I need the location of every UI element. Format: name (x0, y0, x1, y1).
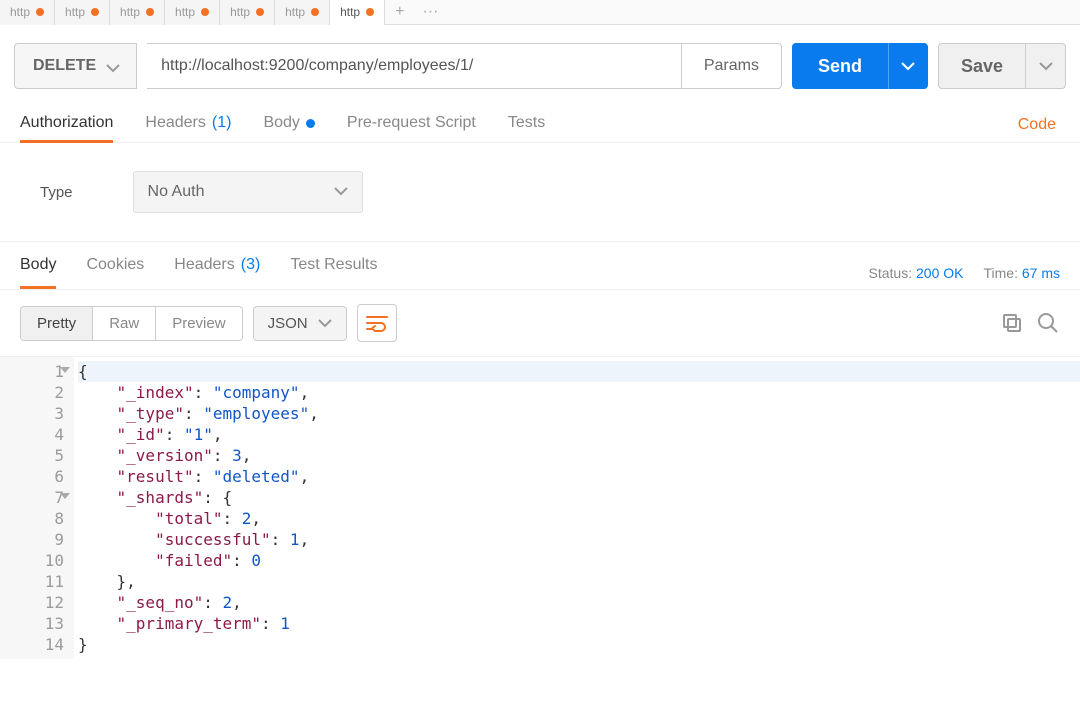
time-value: 67 ms (1022, 265, 1060, 281)
modified-dot-icon (36, 8, 44, 16)
modified-dot-icon (256, 8, 264, 16)
chevron-down-icon (318, 315, 332, 332)
auth-type-select[interactable]: No Auth (133, 171, 363, 213)
tab-label: http (230, 5, 250, 19)
tab-item[interactable]: http (0, 0, 55, 25)
modified-dot-icon (91, 8, 99, 16)
url-input[interactable] (147, 43, 681, 89)
chevron-down-icon (334, 183, 348, 201)
copy-icon (1000, 311, 1024, 335)
response-body: 1234567891011121314 { "_index": "company… (0, 356, 1080, 659)
tab-label: http (65, 5, 85, 19)
tab-item[interactable]: http (110, 0, 165, 25)
tab-body-label: Body (263, 114, 299, 132)
tab-label: http (340, 5, 360, 19)
response-tabs: Body Cookies Headers (3) Test Results (20, 256, 377, 289)
modified-dot-icon (201, 8, 209, 16)
tab-authorization[interactable]: Authorization (20, 107, 113, 143)
tab-strip: http http http http http http http +··· (0, 0, 1080, 25)
tab-pre-request[interactable]: Pre-request Script (347, 107, 476, 143)
search-button[interactable] (1036, 311, 1060, 335)
tab-label: http (285, 5, 305, 19)
request-bar: DELETE Params Send Save (0, 25, 1080, 107)
resp-tab-test-results[interactable]: Test Results (290, 256, 377, 289)
more-tabs-button[interactable]: ··· (414, 3, 446, 21)
request-tabs: Authorization Headers (1) Body Pre-reque… (0, 107, 1080, 143)
view-raw-button[interactable]: Raw (92, 307, 155, 340)
fold-icon[interactable] (60, 493, 70, 499)
tab-headers[interactable]: Headers (1) (145, 107, 231, 143)
send-button[interactable]: Send (792, 43, 888, 89)
resp-tab-headers-label: Headers (174, 256, 234, 274)
modified-dot-icon (366, 8, 374, 16)
http-method-label: DELETE (33, 57, 96, 75)
code-link[interactable]: Code (1018, 116, 1060, 134)
time-label: Time: (984, 265, 1018, 281)
resp-tab-test-results-label: Test Results (290, 256, 377, 274)
wrap-lines-button[interactable] (357, 304, 397, 342)
resp-headers-count: (3) (241, 256, 261, 274)
fold-icon[interactable] (60, 367, 70, 373)
save-dropdown[interactable] (1026, 43, 1066, 89)
resp-tab-body-label: Body (20, 256, 56, 274)
auth-type-label: Type (40, 184, 73, 201)
copy-button[interactable] (1000, 311, 1024, 335)
tab-item[interactable]: http (330, 0, 385, 25)
status-value: 200 OK (916, 265, 963, 281)
auth-type-value: No Auth (148, 183, 205, 201)
resp-tab-cookies-label: Cookies (86, 256, 144, 274)
wrap-icon (366, 314, 388, 332)
dot-icon (306, 119, 315, 128)
view-preview-button[interactable]: Preview (155, 307, 241, 340)
resp-tab-body[interactable]: Body (20, 256, 56, 289)
url-wrap: Params (147, 43, 782, 89)
resp-tab-cookies[interactable]: Cookies (86, 256, 144, 289)
send-dropdown[interactable] (888, 43, 928, 89)
viewer-controls: Pretty Raw Preview JSON (0, 290, 1080, 356)
tab-tests-label: Tests (508, 114, 545, 132)
chevron-down-icon (106, 60, 118, 72)
tab-pre-request-label: Pre-request Script (347, 114, 476, 132)
tab-label: http (175, 5, 195, 19)
tab-item[interactable]: http (55, 0, 110, 25)
tab-body[interactable]: Body (263, 107, 314, 143)
headers-count: (1) (212, 114, 232, 132)
view-pretty-button[interactable]: Pretty (21, 307, 92, 340)
view-mode-segment: Pretty Raw Preview (20, 306, 243, 341)
line-gutter: 1234567891011121314 (0, 357, 74, 659)
format-value: JSON (268, 315, 308, 332)
response-tabs-row: Body Cookies Headers (3) Test Results St… (0, 242, 1080, 290)
code-content[interactable]: { "_index": "company", "_type": "employe… (74, 357, 1080, 659)
authorization-panel: Type No Auth (0, 143, 1080, 242)
tab-authorization-label: Authorization (20, 114, 113, 132)
tab-item[interactable]: http (165, 0, 220, 25)
params-button[interactable]: Params (681, 43, 782, 89)
resp-tab-headers[interactable]: Headers (3) (174, 256, 260, 289)
status-label: Status: (869, 265, 913, 281)
format-select[interactable]: JSON (253, 306, 347, 341)
modified-dot-icon (311, 8, 319, 16)
save-button[interactable]: Save (938, 43, 1026, 89)
http-method-select[interactable]: DELETE (14, 43, 137, 89)
add-tab-button[interactable]: + (385, 3, 414, 21)
tab-item[interactable]: http (275, 0, 330, 25)
tab-label: http (10, 5, 30, 19)
tab-tests[interactable]: Tests (508, 107, 545, 143)
tab-headers-label: Headers (145, 114, 205, 132)
tab-item[interactable]: http (220, 0, 275, 25)
search-icon (1036, 311, 1060, 335)
response-meta: Status: 200 OK Time: 67 ms (869, 265, 1060, 281)
tab-label: http (120, 5, 140, 19)
modified-dot-icon (146, 8, 154, 16)
